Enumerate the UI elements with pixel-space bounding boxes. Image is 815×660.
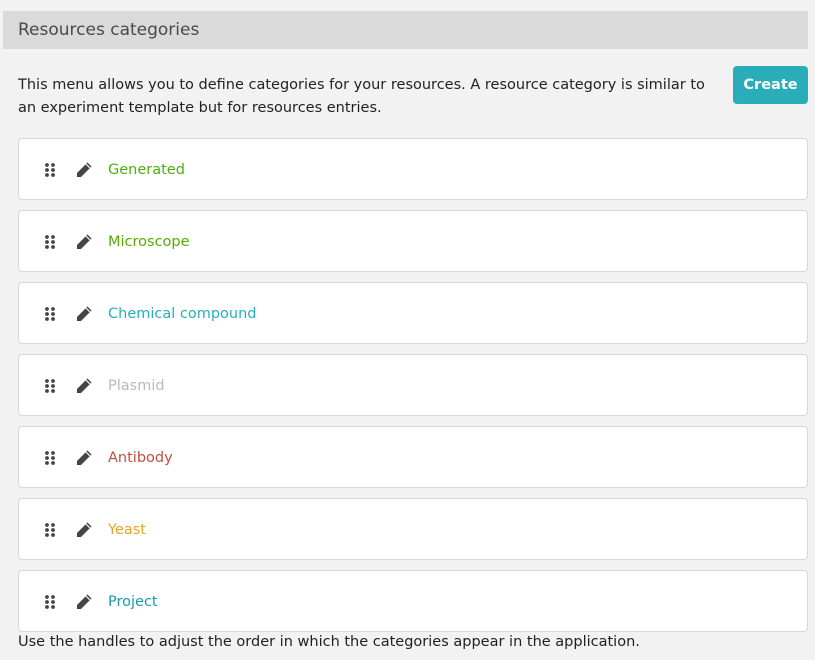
category-list: Generated Microscope Chemical compound P… (18, 138, 808, 642)
section-header: Resources categories (3, 11, 808, 49)
drag-handle-icon[interactable] (44, 523, 56, 537)
category-row[interactable]: Chemical compound (18, 282, 808, 344)
pencil-icon[interactable] (75, 521, 93, 539)
resources-categories-page: Resources categories This menu allows yo… (0, 0, 815, 660)
pencil-icon[interactable] (75, 305, 93, 323)
drag-handle-icon[interactable] (44, 163, 56, 177)
pencil-icon[interactable] (75, 593, 93, 611)
pencil-icon[interactable] (75, 377, 93, 395)
category-row[interactable]: Generated (18, 138, 808, 200)
pencil-icon[interactable] (75, 161, 93, 179)
category-name-link[interactable]: Plasmid (108, 375, 165, 397)
drag-handle-icon[interactable] (44, 379, 56, 393)
category-name-link[interactable]: Microscope (108, 231, 190, 253)
drag-handle-icon[interactable] (44, 451, 56, 465)
category-name-link[interactable]: Project (108, 591, 158, 613)
drag-handle-icon[interactable] (44, 595, 56, 609)
category-name-link[interactable]: Generated (108, 159, 185, 181)
category-row[interactable]: Antibody (18, 426, 808, 488)
category-row[interactable]: Project (18, 570, 808, 632)
category-row[interactable]: Microscope (18, 210, 808, 272)
page-title: Resources categories (18, 20, 200, 40)
category-row[interactable]: Plasmid (18, 354, 808, 416)
category-row[interactable]: Yeast (18, 498, 808, 560)
pencil-icon[interactable] (75, 449, 93, 467)
pencil-icon[interactable] (75, 233, 93, 251)
drag-handle-icon[interactable] (44, 307, 56, 321)
intro-description: This menu allows you to define categorie… (18, 77, 705, 116)
category-name-link[interactable]: Yeast (108, 519, 146, 541)
create-button[interactable]: Create (733, 66, 808, 104)
footer-note: Use the handles to adjust the order in w… (18, 634, 640, 650)
category-name-link[interactable]: Chemical compound (108, 303, 257, 325)
category-name-link[interactable]: Antibody (108, 447, 173, 469)
drag-handle-icon[interactable] (44, 235, 56, 249)
